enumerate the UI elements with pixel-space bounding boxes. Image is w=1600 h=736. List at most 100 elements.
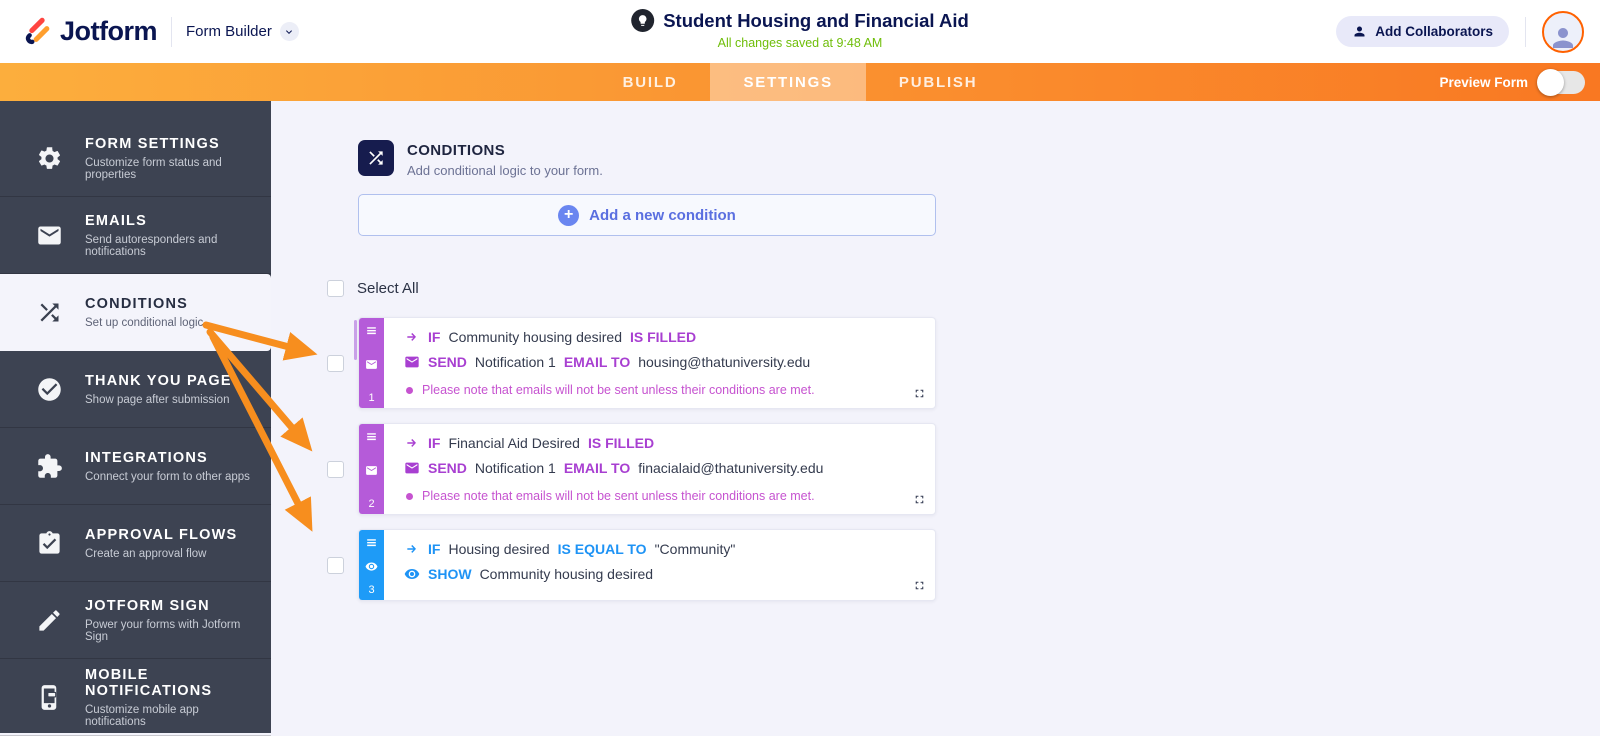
sidebar-item-desc: Power your forms with Jotform Sign bbox=[85, 618, 241, 643]
condition-row: 1 IF Community housing desired IS FILLED SEN… bbox=[271, 317, 1600, 409]
sidebar-item-label: FORM SETTINGS bbox=[85, 136, 220, 152]
condition-card-3[interactable]: 3 IF Housing desired IS EQUAL TO "Community"… bbox=[358, 529, 936, 601]
sidebar-item-label: MOBILE NOTIFICATIONS bbox=[85, 666, 213, 699]
tab-publish[interactable]: PUBLISH bbox=[866, 63, 1010, 101]
condition-text: SEND bbox=[428, 460, 467, 476]
condition-text: "Community" bbox=[654, 541, 736, 557]
drag-indicator bbox=[354, 320, 357, 360]
expand-icon[interactable] bbox=[913, 387, 926, 400]
condition-text: finacialaid@thatuniversity.edu bbox=[638, 460, 824, 476]
sidebar-item-desc: Customize mobile app notifications bbox=[85, 703, 199, 728]
select-all-label: Select All bbox=[357, 280, 419, 297]
condition-text: IS EQUAL TO bbox=[557, 541, 647, 557]
section-title: CONDITIONS bbox=[407, 142, 506, 159]
expand-icon[interactable] bbox=[913, 493, 926, 506]
condition-text: EMAIL TO bbox=[563, 354, 631, 370]
sidebar-item-desc: Connect your form to other apps bbox=[85, 470, 250, 483]
sidebar-item-form-settings[interactable]: FORM SETTINGS Customize form status and p… bbox=[0, 120, 271, 197]
sidebar-item-label: THANK YOU PAGE bbox=[85, 372, 232, 389]
expand-icon[interactable] bbox=[913, 579, 926, 592]
condition-drag-rail[interactable]: 1 bbox=[359, 318, 384, 408]
sidebar-item-emails[interactable]: EMAILS Send autoresponders and notificati… bbox=[0, 197, 271, 274]
select-all-checkbox[interactable] bbox=[327, 280, 344, 297]
product-switcher[interactable]: Form Builder bbox=[186, 22, 299, 41]
sidebar-item-desc: Send autoresponders and notifications bbox=[85, 233, 218, 258]
add-condition-button[interactable]: + Add a new condition bbox=[358, 194, 936, 236]
sidebar-item-desc: Customize form status and properties bbox=[85, 157, 222, 181]
arrow-right-icon bbox=[407, 333, 416, 341]
condition-text: IF bbox=[428, 435, 441, 451]
condition-text: SHOW bbox=[428, 566, 472, 582]
condition-text: IF bbox=[428, 329, 441, 345]
mail-icon bbox=[405, 462, 419, 474]
header-divider bbox=[171, 16, 172, 47]
condition-drag-rail[interactable]: 3 bbox=[359, 530, 384, 600]
preview-form-control: Preview Form bbox=[1439, 63, 1585, 101]
drag-handle-icon bbox=[367, 539, 376, 547]
plus-icon: + bbox=[558, 204, 580, 226]
condition-row: 3 IF Housing desired IS EQUAL TO "Community"… bbox=[271, 529, 1600, 601]
condition-text: IS FILLED bbox=[629, 329, 697, 345]
preview-form-label: Preview Form bbox=[1439, 74, 1528, 90]
conditions-badge bbox=[358, 140, 394, 176]
jotform-logo-icon bbox=[25, 17, 50, 44]
sidebar-item-approval-flows[interactable]: APPROVAL FLOWS Create an approval flow bbox=[0, 505, 271, 582]
sidebar-item-desc: Create an approval flow bbox=[85, 547, 207, 560]
drag-handle-icon bbox=[367, 327, 376, 335]
save-status: All changes saved at 9:48 AM bbox=[717, 36, 883, 50]
note-dot-icon bbox=[406, 492, 413, 500]
jotform-logo[interactable]: Jotform bbox=[22, 16, 158, 47]
sidebar-item-desc: Show page after submission bbox=[85, 393, 230, 406]
condition-number: 3 bbox=[368, 584, 375, 596]
mail-icon bbox=[405, 356, 419, 368]
chevron-down-icon bbox=[279, 22, 299, 41]
condition-2-checkbox[interactable] bbox=[327, 460, 344, 478]
sidebar-item-mobile-notifications[interactable]: MOBILE NOTIFICATIONS Customize mobile app… bbox=[0, 659, 271, 736]
sidebar-item-desc: Set up conditional logic bbox=[85, 316, 204, 329]
nav-tabs: BUILD SETTINGS PUBLISH bbox=[590, 63, 1011, 101]
condition-3-checkbox[interactable] bbox=[327, 556, 344, 574]
form-title[interactable]: Student Housing and Financial Aid bbox=[663, 10, 969, 32]
condition-text: Notification 1 bbox=[474, 460, 556, 476]
conditions-panel: CONDITIONS Add conditional logic to your… bbox=[271, 101, 1600, 733]
preview-form-toggle[interactable] bbox=[1537, 68, 1585, 96]
drag-handle-icon bbox=[367, 433, 376, 441]
condition-text: IS FILLED bbox=[587, 435, 655, 451]
condition-card-2[interactable]: 2 IF Financial Aid Desired IS FILLED SEND Not… bbox=[358, 423, 936, 515]
sidebar-item-thank-you-page[interactable]: THANK YOU PAGE Show page after submission bbox=[0, 351, 271, 428]
condition-drag-rail[interactable]: 2 bbox=[359, 424, 384, 514]
mail-icon bbox=[366, 466, 377, 475]
avatar[interactable] bbox=[1542, 10, 1584, 53]
tab-build[interactable]: BUILD bbox=[590, 63, 711, 101]
sidebar-item-label: CONDITIONS bbox=[85, 295, 189, 312]
condition-text: Notification 1 bbox=[474, 354, 556, 370]
condition-card-1[interactable]: 1 IF Community housing desired IS FILLED SEN… bbox=[354, 317, 936, 409]
conditions-list: 1 IF Community housing desired IS FILLED SEN… bbox=[271, 317, 1600, 601]
check-circle-icon bbox=[38, 377, 61, 401]
sidebar-item-conditions[interactable]: CONDITIONS Set up conditional logic bbox=[0, 274, 271, 351]
eye-icon bbox=[404, 569, 420, 579]
condition-number: 2 bbox=[368, 498, 375, 510]
settings-sidebar: FORM SETTINGS Customize form status and p… bbox=[0, 101, 271, 736]
gear-icon bbox=[38, 147, 61, 169]
condition-1-checkbox[interactable] bbox=[327, 354, 344, 372]
product-name: Form Builder bbox=[186, 23, 272, 40]
shuffle-icon bbox=[369, 151, 383, 165]
sidebar-item-label: JOTFORM SIGN bbox=[85, 597, 210, 614]
section-subtitle: Add conditional logic to your form. bbox=[407, 163, 603, 178]
sidebar-item-integrations[interactable]: INTEGRATIONS Connect your form to other a… bbox=[0, 428, 271, 505]
add-collaborators-button[interactable]: Add Collaborators bbox=[1336, 16, 1509, 47]
tab-settings[interactable]: SETTINGS bbox=[710, 63, 866, 101]
arrow-right-icon bbox=[407, 545, 416, 553]
puzzle-icon bbox=[38, 453, 62, 478]
condition-text: IF bbox=[428, 541, 441, 557]
brand-name: Jotform bbox=[60, 16, 158, 46]
sidebar-item-label: APPROVAL FLOWS bbox=[85, 526, 238, 543]
doc-check-icon bbox=[39, 530, 60, 554]
condition-text: Community housing desired bbox=[448, 329, 622, 345]
main-nav: BUILD SETTINGS PUBLISH Preview Form bbox=[0, 63, 1600, 101]
mail-icon bbox=[366, 360, 377, 369]
eye-icon bbox=[365, 562, 378, 571]
condition-number: 1 bbox=[368, 392, 375, 404]
sidebar-item-jotform-sign[interactable]: JOTFORM SIGN Power your forms with Jotfor… bbox=[0, 582, 271, 659]
